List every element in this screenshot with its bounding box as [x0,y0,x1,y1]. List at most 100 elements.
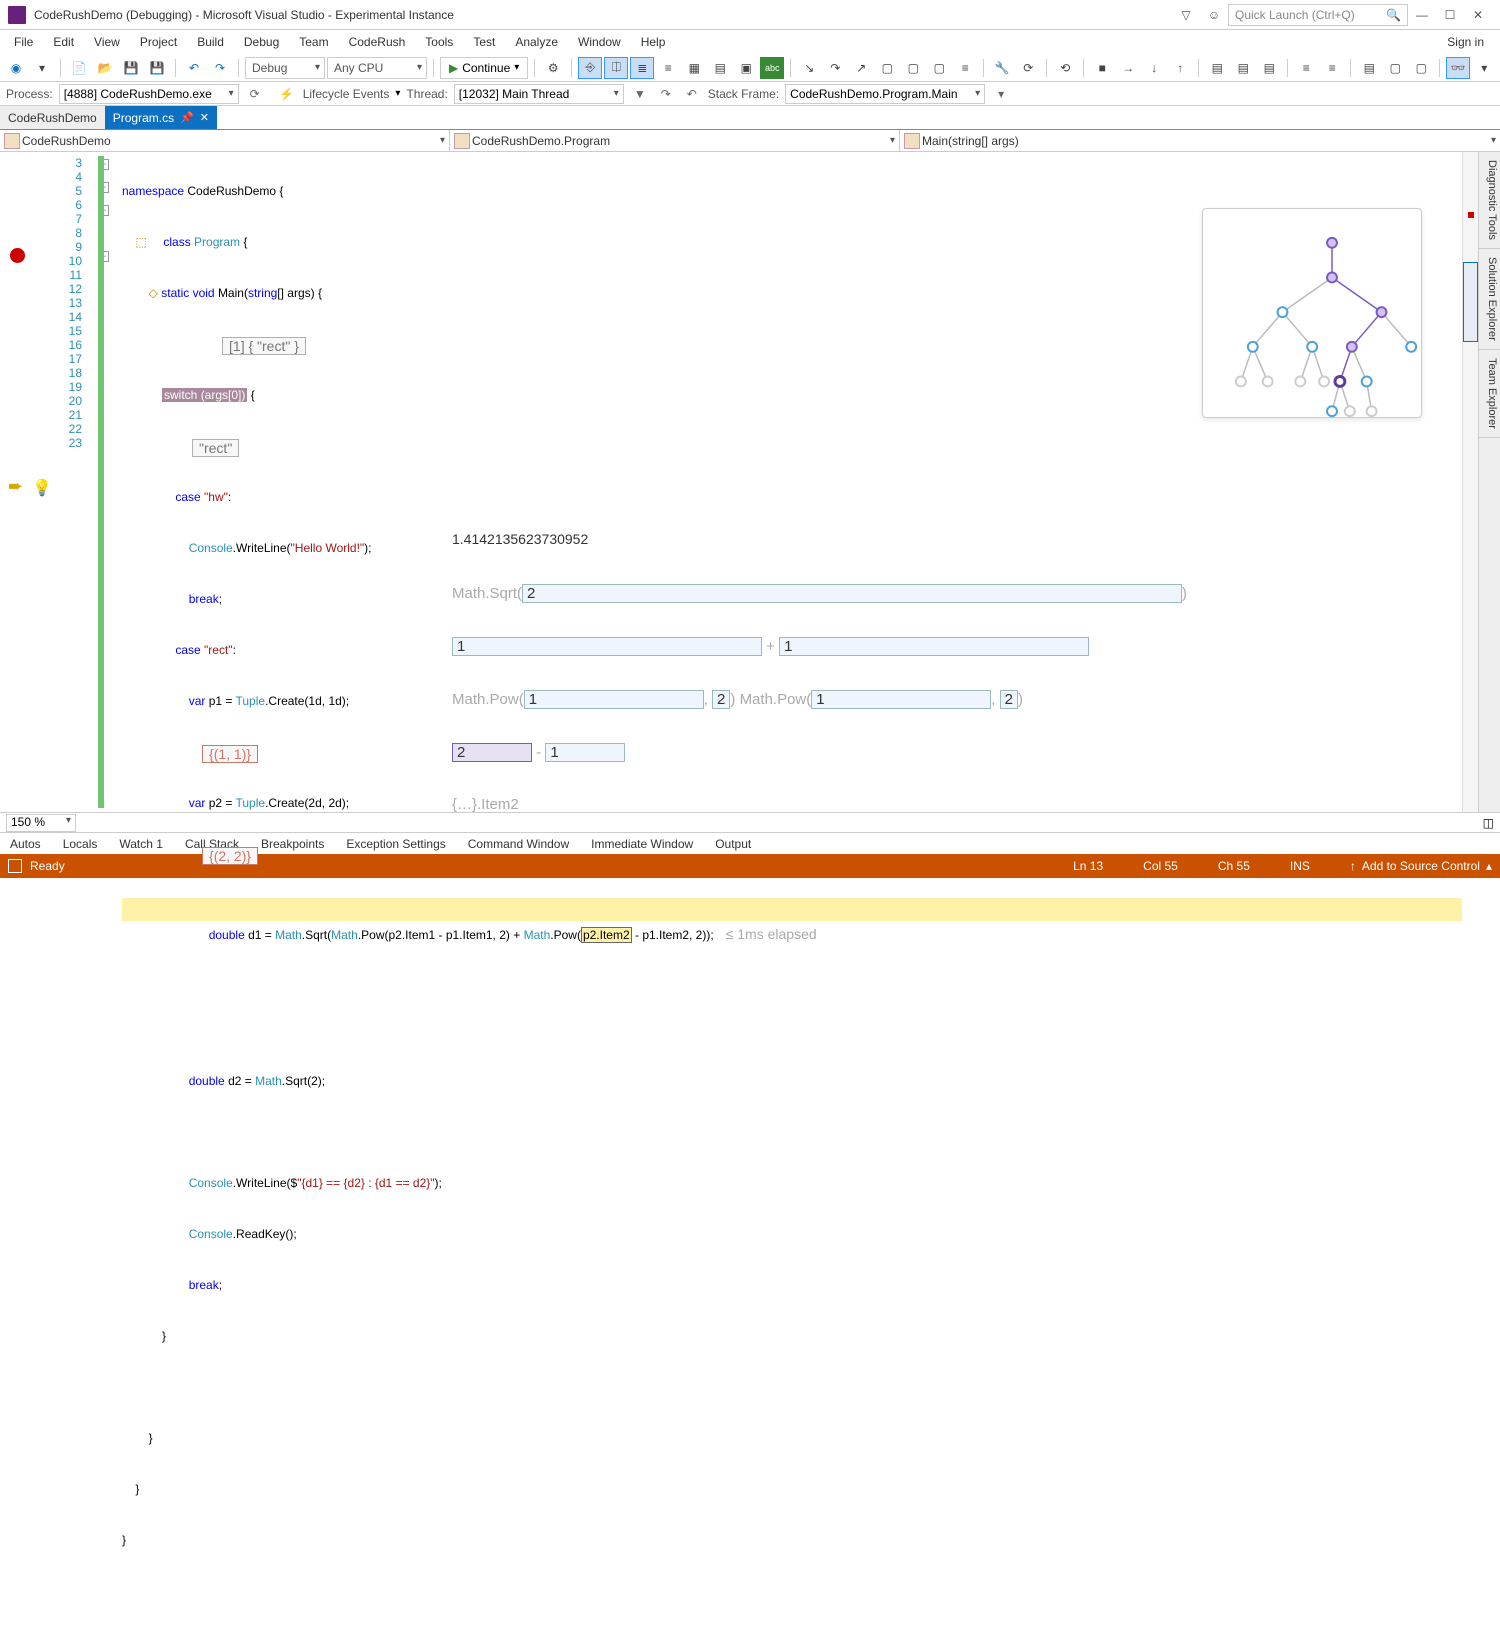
db-filter-icon[interactable]: ▼ [630,84,650,104]
tb-opt-6[interactable]: ▤ [708,57,732,79]
tb-edit-1[interactable]: ▤ [1205,57,1229,79]
close-button[interactable]: ✕ [1466,4,1490,26]
tb-run-1[interactable]: → [1116,57,1140,79]
tb-lens-icon[interactable]: 👓 [1446,57,1470,79]
status-icon [8,859,22,873]
menu-team[interactable]: Team [289,33,338,51]
db-icon-1[interactable]: ⟳ [245,84,265,104]
menu-view[interactable]: View [84,33,130,51]
nav-class-combo[interactable]: CodeRushDemo.Program [450,130,900,151]
redo-icon[interactable]: ↷ [208,57,232,79]
fold-gutter[interactable]: − − − − [98,152,122,812]
menu-analyze[interactable]: Analyze [505,33,568,51]
tb-dbg-7[interactable]: ≡ [953,57,977,79]
open-icon[interactable]: 📂 [93,57,117,79]
nav-member-combo[interactable]: Main(string[] args) [900,130,1500,151]
thread-label: Thread: [406,87,447,101]
step-out-icon[interactable]: ↗ [849,57,873,79]
feedback-icon[interactable]: ☺ [1202,4,1226,26]
db-icon-2[interactable]: ⚡ [277,84,297,104]
tb-cmt-2[interactable]: ▢ [1383,57,1407,79]
tab-autos[interactable]: Autos [6,835,45,853]
restart-icon[interactable]: ⟲ [1053,57,1077,79]
new-project-icon[interactable]: 📄 [67,57,91,79]
continue-button[interactable]: ▶ Continue ▾ [440,57,528,79]
tb-edit-2[interactable]: ▤ [1231,57,1255,79]
tb-opt-1[interactable]: ⎆ [578,57,602,79]
menu-file[interactable]: File [4,33,43,51]
config-combo[interactable]: Debug [245,57,325,79]
tb-cmt-1[interactable]: ▤ [1357,57,1381,79]
db-icon-5[interactable]: ▾ [991,84,1011,104]
side-tab-diagnostic[interactable]: Diagnostic Tools [1479,152,1500,249]
db-icon-4[interactable]: ↶ [682,84,702,104]
tb-opt-8[interactable]: abc [760,57,784,79]
process-combo[interactable]: [4888] CodeRushDemo.exe [59,84,239,104]
breakpoint-icon[interactable] [10,248,25,263]
scroll-map[interactable] [1462,152,1478,812]
minimize-button[interactable]: — [1410,4,1434,26]
menu-window[interactable]: Window [568,33,631,51]
back-button[interactable]: ◉ [4,57,28,79]
forward-button[interactable]: ▾ [30,57,54,79]
title-bar: CodeRushDemo (Debugging) - Microsoft Vis… [0,0,1500,30]
tb-misc-2[interactable]: ⟳ [1016,57,1040,79]
tb-last[interactable]: ▾ [1472,57,1496,79]
chevron-up-icon[interactable]: ▴ [1486,859,1492,873]
stack-combo[interactable]: CodeRushDemo.Program.Main [785,84,985,104]
tb-opt-7[interactable]: ▣ [734,57,758,79]
lightbulb-icon[interactable]: 💡 [32,478,52,498]
undo-icon[interactable]: ↶ [182,57,206,79]
menu-project[interactable]: Project [130,33,187,51]
sign-in-link[interactable]: Sign in [1447,35,1496,49]
tb-opt-2[interactable]: ⎅ [604,57,628,79]
tb-dbg-5[interactable]: ▢ [901,57,925,79]
side-tab-team[interactable]: Team Explorer [1479,350,1500,438]
tab-program[interactable]: Program.cs 📌 ✕ [105,106,217,129]
tb-dbg-6[interactable]: ▢ [927,57,951,79]
tb-cmt-3[interactable]: ▢ [1409,57,1433,79]
step-into-icon[interactable]: ↘ [797,57,821,79]
scroll-viewport-marker[interactable] [1463,262,1478,342]
menu-coderush[interactable]: CodeRush [339,33,416,51]
menu-test[interactable]: Test [463,33,505,51]
menu-build[interactable]: Build [187,33,234,51]
menu-edit[interactable]: Edit [43,33,84,51]
tb-run-3[interactable]: ↑ [1168,57,1192,79]
zoom-combo[interactable]: 150 % [6,814,76,832]
tb-icon-1[interactable]: ⚙ [541,57,565,79]
menu-help[interactable]: Help [631,33,676,51]
split-icon[interactable]: ◫ [1483,816,1494,830]
tb-text-1[interactable]: ≡ [1294,57,1318,79]
side-tab-solution[interactable]: Solution Explorer [1479,249,1500,350]
nav-project-combo[interactable]: CodeRushDemo [0,130,450,151]
tb-dbg-4[interactable]: ▢ [875,57,899,79]
platform-combo[interactable]: Any CPU [327,57,427,79]
tb-misc-1[interactable]: 🔧 [990,57,1014,79]
save-icon[interactable]: 💾 [119,57,143,79]
notification-funnel-icon[interactable]: ▽ [1174,4,1198,26]
gutter[interactable]: ➨ [0,152,36,812]
tb-text-2[interactable]: ≡ [1320,57,1344,79]
tab-close-icon[interactable]: ✕ [200,111,209,124]
menu-debug[interactable]: Debug [234,33,289,51]
maximize-button[interactable]: ☐ [1438,4,1462,26]
tab-project[interactable]: CodeRushDemo [0,106,105,129]
nav-bar: CodeRushDemo CodeRushDemo.Program Main(s… [0,130,1500,152]
tab-locals[interactable]: Locals [59,835,102,853]
stop-icon[interactable]: ■ [1090,57,1114,79]
menu-tools[interactable]: Tools [415,33,463,51]
tb-opt-3[interactable]: ≣ [630,57,654,79]
side-tool-tabs: Diagnostic Tools Solution Explorer Team … [1478,152,1500,812]
tb-run-2[interactable]: ↓ [1142,57,1166,79]
tb-edit-3[interactable]: ▤ [1257,57,1281,79]
tb-opt-4[interactable]: ≡ [656,57,680,79]
code-editor[interactable]: namespace CodeRushDemo { ⬚ class Program… [122,152,1462,812]
db-icon-3[interactable]: ↷ [656,84,676,104]
tb-opt-5[interactable]: ▦ [682,57,706,79]
quick-launch-input[interactable]: Quick Launch (Ctrl+Q) 🔍 [1228,4,1408,26]
save-all-icon[interactable]: 💾 [145,57,169,79]
pin-icon[interactable]: 📌 [180,111,194,124]
step-over-icon[interactable]: ↷ [823,57,847,79]
thread-combo[interactable]: [12032] Main Thread [454,84,624,104]
